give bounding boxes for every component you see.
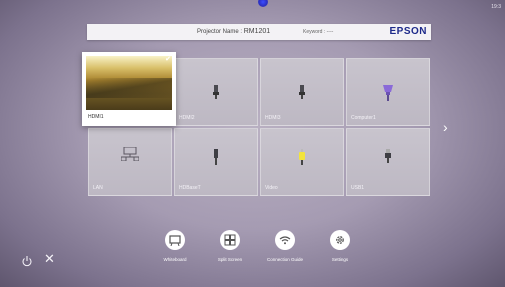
- source-tile-usb1[interactable]: USB1: [346, 128, 430, 196]
- dock-label: Split Screen: [217, 257, 243, 262]
- source-label: HDMI2: [179, 115, 195, 121]
- next-page-chevron-icon[interactable]: ›: [443, 119, 448, 135]
- brand-logo: EPSON: [389, 26, 427, 37]
- status-indicator: [258, 0, 268, 7]
- source-label: USB1: [351, 185, 365, 191]
- power-button[interactable]: [21, 254, 33, 272]
- whiteboard-button[interactable]: Whiteboard: [157, 230, 193, 262]
- split-screen-icon: [220, 230, 240, 250]
- lan-icon: [121, 147, 139, 161]
- source-label: HDMI3: [265, 115, 281, 121]
- projector-name-value: RM1201: [243, 28, 271, 35]
- source-tile-hdmi1[interactable]: ✔ HDMI1: [82, 52, 176, 126]
- source-label: HDBaseT: [179, 185, 201, 191]
- hdbaset-plug-icon: [214, 149, 218, 165]
- rca-plug-icon: [299, 149, 305, 165]
- projector-name: Projector Name : RM1201: [197, 28, 270, 35]
- source-tile-hdmi3[interactable]: HDMI3: [260, 58, 344, 126]
- vga-plug-icon: [383, 85, 393, 101]
- whiteboard-icon: [165, 230, 185, 250]
- usb-plug-icon: [385, 149, 391, 163]
- check-icon: ✔: [165, 56, 171, 63]
- source-tile-lan[interactable]: LAN: [88, 128, 172, 196]
- source-label: Computer1: [351, 115, 376, 121]
- projector-name-label: Projector Name :: [197, 29, 244, 35]
- dock-label: Whiteboard: [163, 257, 187, 262]
- header-bar: Projector Name : RM1201 Keyword : ---- E…: [87, 24, 431, 40]
- hdmi-plug-icon: [299, 85, 305, 99]
- clock: 19:3: [491, 4, 501, 10]
- source-label: LAN: [93, 185, 103, 191]
- dock-label: Settings: [331, 257, 349, 262]
- source-tile-hdmi2[interactable]: HDMI2: [174, 58, 258, 126]
- source-label: Video: [265, 185, 278, 191]
- close-icon[interactable]: ✕: [44, 252, 55, 265]
- power-icon: [22, 256, 32, 267]
- settings-button[interactable]: Settings: [322, 230, 358, 262]
- hdmi1-preview: [86, 56, 172, 110]
- dock-label: Connection Guide: [266, 257, 304, 262]
- connection-guide-button[interactable]: Connection Guide: [262, 230, 308, 262]
- hdmi-plug-icon: [213, 85, 219, 99]
- gear-icon: [330, 230, 350, 250]
- keyword: Keyword : ----: [303, 29, 334, 35]
- wifi-icon: [275, 230, 295, 250]
- split-screen-button[interactable]: Split Screen: [212, 230, 248, 262]
- source-tile-video[interactable]: Video: [260, 128, 344, 196]
- source-label: HDMI1: [88, 114, 104, 120]
- source-tile-computer1[interactable]: Computer1: [346, 58, 430, 126]
- source-tile-hdbaset[interactable]: HDBaseT: [174, 128, 258, 196]
